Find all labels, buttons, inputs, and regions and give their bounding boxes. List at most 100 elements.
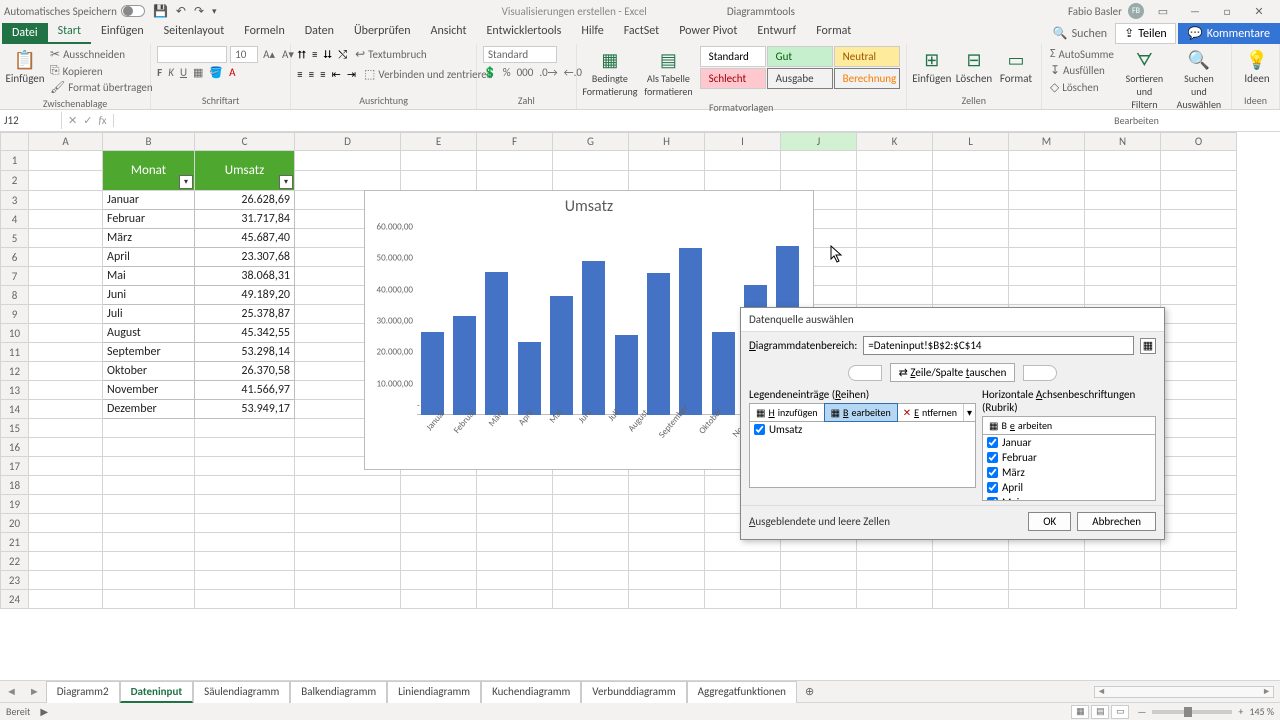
- cell[interactable]: [103, 457, 195, 476]
- cell[interactable]: [401, 514, 477, 533]
- chart-data-range-input[interactable]: [863, 336, 1134, 355]
- cell[interactable]: [629, 533, 705, 552]
- row-header[interactable]: 18: [1, 476, 29, 495]
- cell[interactable]: [195, 495, 295, 514]
- cell[interactable]: [1161, 381, 1237, 400]
- normal-view-icon[interactable]: ▦: [1071, 705, 1089, 719]
- cell[interactable]: [29, 438, 103, 457]
- cell[interactable]: [629, 552, 705, 571]
- cell[interactable]: [1161, 267, 1237, 286]
- cell[interactable]: [103, 514, 195, 533]
- cell[interactable]: 26.628,69: [195, 191, 295, 210]
- row-header[interactable]: 11: [1, 343, 29, 362]
- cell[interactable]: [1161, 210, 1237, 229]
- cell[interactable]: [857, 571, 933, 590]
- cell[interactable]: [933, 171, 1009, 191]
- page-break-view-icon[interactable]: ▭: [1111, 705, 1129, 719]
- cell[interactable]: [933, 248, 1009, 267]
- bold-icon[interactable]: F: [157, 66, 162, 79]
- cell[interactable]: [553, 552, 629, 571]
- ribbon-options-icon[interactable]: ▭: [1150, 5, 1176, 18]
- zoom-slider[interactable]: [1152, 710, 1232, 714]
- chart-bar[interactable]: [712, 332, 735, 415]
- border-icon[interactable]: ▦: [193, 66, 203, 79]
- style-standard[interactable]: Standard: [700, 46, 766, 67]
- column-header-K[interactable]: K: [857, 133, 933, 151]
- insert-cells-button[interactable]: ⊞Einfügen: [913, 46, 951, 87]
- cell[interactable]: Juni: [103, 286, 195, 305]
- chart-bar[interactable]: [582, 261, 605, 415]
- paste-button[interactable]: 📋Einfügen: [6, 46, 44, 87]
- chart-bar[interactable]: [615, 335, 638, 415]
- tab-überprüfen[interactable]: Überprüfen: [344, 21, 421, 44]
- cell[interactable]: [29, 457, 103, 476]
- cell[interactable]: [195, 590, 295, 609]
- row-header[interactable]: 16: [1, 438, 29, 457]
- category-item[interactable]: Januar: [983, 435, 1155, 450]
- increase-font-icon[interactable]: A▴: [261, 46, 277, 63]
- cell[interactable]: [1085, 229, 1161, 248]
- cell[interactable]: [1009, 151, 1085, 171]
- category-item[interactable]: Mai: [983, 495, 1155, 501]
- row-header[interactable]: 23: [1, 571, 29, 590]
- sheet-tab-liniendiagramm[interactable]: Liniendiagramm: [387, 681, 481, 703]
- cell[interactable]: [781, 571, 857, 590]
- column-header-A[interactable]: A: [29, 133, 103, 151]
- cell[interactable]: [629, 151, 705, 171]
- cell[interactable]: [29, 229, 103, 248]
- cell[interactable]: [1161, 514, 1237, 533]
- cell[interactable]: [857, 552, 933, 571]
- cell[interactable]: [295, 171, 401, 191]
- remove-series-button[interactable]: ✕Entfernen: [897, 404, 964, 421]
- cell[interactable]: [629, 476, 705, 495]
- cell[interactable]: [629, 571, 705, 590]
- row-header[interactable]: 5: [1, 229, 29, 248]
- cell[interactable]: [857, 267, 933, 286]
- row-header[interactable]: 6: [1, 248, 29, 267]
- cell[interactable]: März: [103, 229, 195, 248]
- range-picker-icon[interactable]: ▦: [1140, 338, 1156, 354]
- align-center-icon[interactable]: ≡: [309, 68, 314, 81]
- cell[interactable]: [705, 151, 781, 171]
- tab-einfügen[interactable]: Einfügen: [91, 21, 154, 44]
- ok-button[interactable]: OK: [1028, 512, 1071, 531]
- cell[interactable]: [705, 171, 781, 191]
- cell[interactable]: [933, 191, 1009, 210]
- column-header-E[interactable]: E: [401, 133, 477, 151]
- cell[interactable]: Januar: [103, 191, 195, 210]
- add-series-button[interactable]: ▦Hinzufügen: [750, 404, 825, 421]
- tab-start[interactable]: Start: [48, 21, 91, 44]
- page-layout-view-icon[interactable]: ▤: [1091, 705, 1109, 719]
- cell[interactable]: [1161, 552, 1237, 571]
- row-header[interactable]: 2: [1, 171, 29, 191]
- cell[interactable]: Juli: [103, 305, 195, 324]
- cell[interactable]: 23.307,68: [195, 248, 295, 267]
- cell[interactable]: [857, 248, 933, 267]
- cell[interactable]: [477, 590, 553, 609]
- number-format-combo[interactable]: Standard: [483, 46, 557, 63]
- cell[interactable]: [1161, 248, 1237, 267]
- cell[interactable]: [103, 419, 195, 438]
- cell[interactable]: [1161, 495, 1237, 514]
- cell[interactable]: [29, 286, 103, 305]
- sheet-tab-verbunddiagramm[interactable]: Verbunddiagramm: [581, 681, 686, 703]
- cell[interactable]: [933, 210, 1009, 229]
- cell[interactable]: Dezember: [103, 400, 195, 419]
- clear-button[interactable]: ◇Löschen: [1048, 79, 1116, 96]
- cell[interactable]: [1009, 571, 1085, 590]
- cell[interactable]: [295, 514, 401, 533]
- style-gut[interactable]: Gut: [767, 46, 833, 67]
- cell[interactable]: [29, 590, 103, 609]
- cell[interactable]: [477, 533, 553, 552]
- comments-button[interactable]: 💬Kommentare: [1178, 23, 1280, 44]
- column-header-C[interactable]: C: [195, 133, 295, 151]
- column-header-L[interactable]: L: [933, 133, 1009, 151]
- zoom-out-icon[interactable]: —: [1137, 705, 1146, 718]
- cell[interactable]: [295, 476, 401, 495]
- cell[interactable]: [195, 438, 295, 457]
- cell[interactable]: [401, 552, 477, 571]
- cell[interactable]: [295, 495, 401, 514]
- cell[interactable]: [1085, 571, 1161, 590]
- filter-dropdown-icon[interactable]: ▾: [279, 175, 293, 189]
- font-size-combo[interactable]: 10: [230, 46, 258, 63]
